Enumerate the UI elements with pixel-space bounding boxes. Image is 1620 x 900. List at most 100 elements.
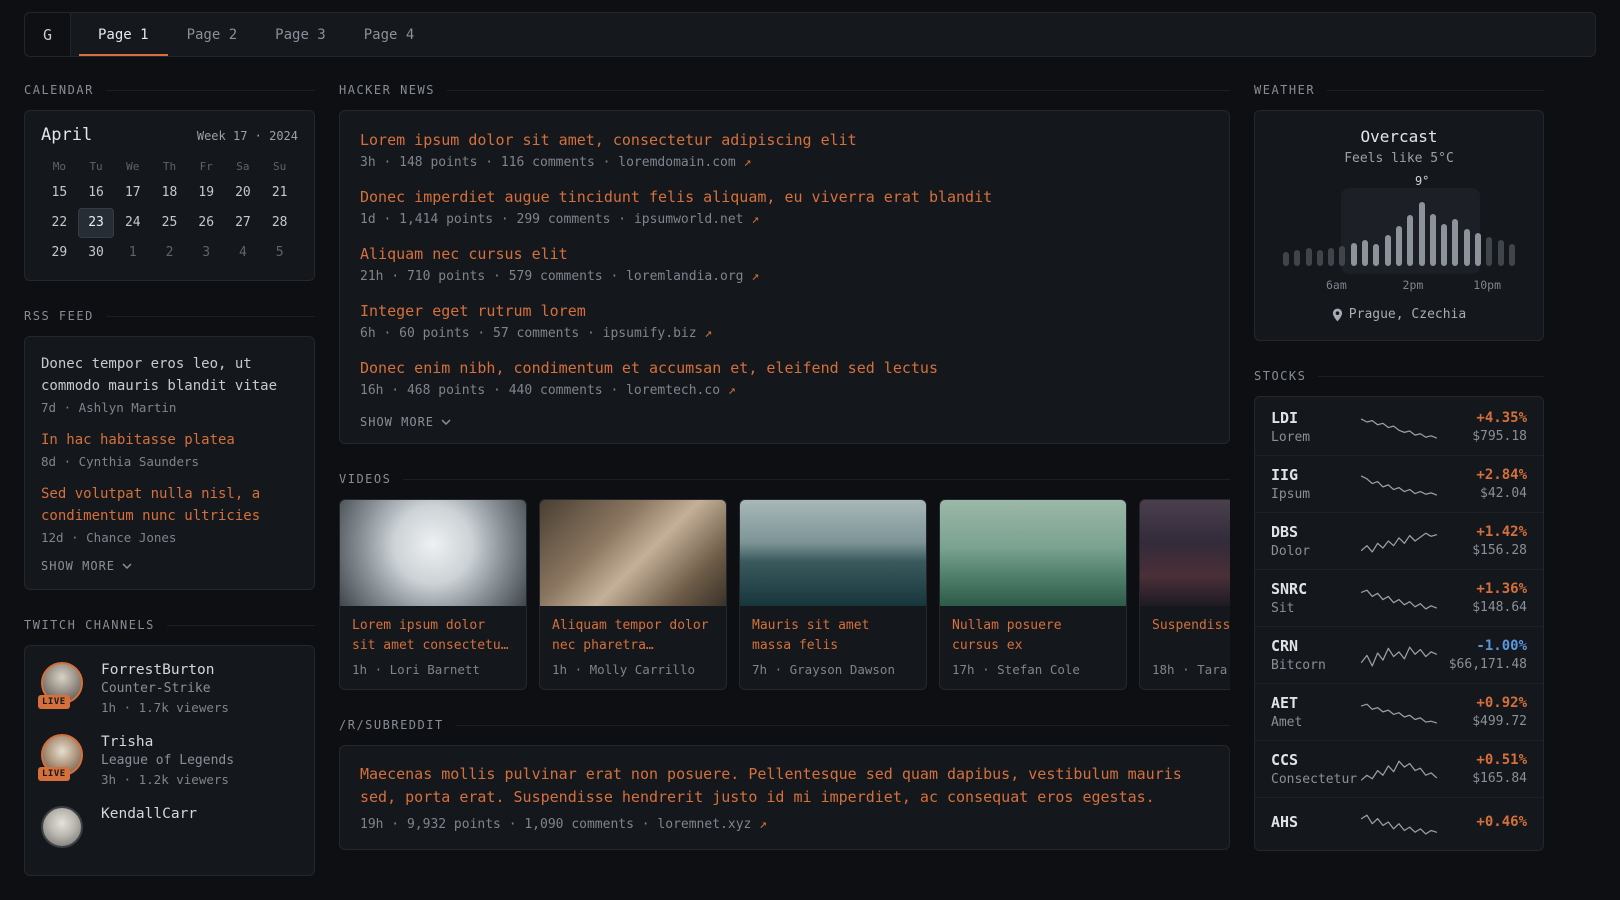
stock-info: AET Amet [1271,694,1352,730]
calendar-day: 29 [41,238,78,268]
stock-row[interactable]: DBS Dolor +1.42% $156.28 [1255,512,1543,569]
weather-bar [1317,250,1323,266]
stock-values: +1.36% $148.64 [1446,581,1527,615]
stock-symbol: LDI [1271,409,1352,427]
weekday-label: Sa [225,155,262,178]
weather-bar [1351,243,1357,266]
stock-name: Bitcorn [1271,658,1352,673]
calendar-day-outside: 1 [114,238,151,268]
subreddit-domain-link[interactable]: loremnet.xyz [657,817,751,832]
hackernews-domain-link[interactable]: loremtech.co [626,383,720,398]
twitch-avatar-wrap: LIVE [41,662,87,704]
weather-bar [1385,235,1391,266]
rss-item: In hac habitasse platea 8d · Cynthia Sau… [41,429,298,469]
stock-price: $795.18 [1446,429,1527,444]
stock-info: AHS [1271,813,1352,834]
calendar-section-title: CALENDAR [24,83,315,97]
hackernews-domain-link[interactable]: loremlandia.org [626,269,743,284]
video-card[interactable]: Lorem ipsum dolor sit amet consectetu… 1… [339,499,527,690]
rss-show-more-button[interactable]: SHOW MORE [41,559,298,573]
calendar-day: 21 [261,178,298,208]
video-card[interactable]: Aliquam tempor dolor nec pharetra… 1h · … [539,499,727,690]
rss-item-meta: 7d · Ashlyn Martin [41,400,298,415]
tab-page-1[interactable]: Page 1 [79,13,168,56]
stock-name: Amet [1271,715,1352,730]
twitch-channel-name: ForrestBurton [101,662,229,678]
hackernews-domain-link[interactable]: ipsumify.biz [603,326,697,341]
video-meta: 1h · Lori Barnett [340,655,526,689]
stock-row[interactable]: SNRC Sit +1.36% $148.64 [1255,569,1543,626]
stock-symbol: CRN [1271,637,1352,655]
topbar: G Page 1 Page 2 Page 3 Page 4 [24,12,1596,57]
hackernews-meta-text: 1d · 1,414 points · 299 comments · [360,212,626,227]
videos-section: VIDEOS Lorem ipsum dolor sit amet consec… [339,472,1230,690]
stock-row[interactable]: AHS +0.46% [1255,797,1543,848]
stock-sparkline [1360,583,1438,613]
stock-change: +0.92% [1446,695,1527,711]
stock-name: Sit [1271,601,1352,616]
videos-section-title: VIDEOS [339,472,1230,486]
twitch-channel-row[interactable]: LIVE Trisha League of Legends 3h · 1.2k … [41,734,298,787]
weather-bar [1339,246,1345,266]
hackernews-headline-link[interactable]: Donec enim nibh, condimentum et accumsan… [360,359,938,377]
stock-sparkline [1360,754,1438,784]
stock-price: $499.72 [1446,714,1527,729]
weather-feels-like: Feels like 5°C [1271,151,1527,166]
weekday-label: Fr [188,155,225,178]
weather-peak-temp: 9° [1415,174,1429,188]
hackernews-item: Donec imperdiet augue tincidunt felis al… [360,187,1209,227]
video-title: Lorem ipsum dolor sit amet consectetu… [340,606,526,655]
tab-page-4[interactable]: Page 4 [345,13,434,56]
stock-row[interactable]: IIG Ipsum +2.84% $42.04 [1255,455,1543,512]
hackernews-item-meta: 16h · 468 points · 440 comments · loremt… [360,383,1209,398]
rss-headline-link[interactable]: Sed volutpat nulla nisl, a condimentum n… [41,486,260,524]
calendar-day: 16 [78,178,115,208]
stocks-section: STOCKS LDI Lorem +4.35% $795.18 [1254,369,1544,851]
rss-headline-link[interactable]: In hac habitasse platea [41,432,235,448]
live-badge: LIVE [38,767,70,781]
calendar-day: 26 [188,208,225,238]
hackernews-headline-link[interactable]: Lorem ipsum dolor sit amet, consectetur … [360,131,857,149]
calendar-header: April Week 17 · 2024 [41,125,298,145]
video-card[interactable]: Nullam posuere cursus ex 17h · Stefan Co… [939,499,1127,690]
video-card[interactable]: Mauris sit amet massa felis 7h · Grayson… [739,499,927,690]
weather-bar [1407,215,1413,266]
hackernews-headline-link[interactable]: Donec imperdiet augue tincidunt felis al… [360,188,992,206]
stock-values: +0.46% [1446,814,1527,833]
hackernews-show-more-button[interactable]: SHOW MORE [360,415,1209,429]
twitch-channel-info: KendallCarr [101,806,197,822]
twitch-channel-row[interactable]: LIVE ForrestBurton Counter-Strike 1h · 1… [41,662,298,715]
weather-hourly-chart: 9° [1283,198,1515,266]
twitch-section-label: TWITCH CHANNELS [24,618,155,632]
live-badge: LIVE [38,695,70,709]
rss-item-meta: 8d · Cynthia Saunders [41,454,298,469]
tab-page-2[interactable]: Page 2 [168,13,257,56]
app-logo[interactable]: G [25,13,71,56]
stock-row[interactable]: CCS Consectetur +0.51% $165.84 [1255,740,1543,797]
dashboard-page: G Page 1 Page 2 Page 3 Page 4 CALENDAR A… [0,12,1620,900]
video-card[interactable]: Suspendisse diam 18h · Tara [1139,499,1230,690]
weather-time-axis: 6am 2pm 10pm [1283,278,1515,292]
stock-row[interactable]: LDI Lorem +4.35% $795.18 [1255,399,1543,455]
stock-values: +2.84% $42.04 [1446,467,1527,501]
stock-row[interactable]: CRN Bitcorn -1.00% $66,171.48 [1255,626,1543,683]
hackernews-headline-link[interactable]: Integer eget rutrum lorem [360,302,586,320]
subreddit-post-link[interactable]: Maecenas mollis pulvinar erat non posuer… [360,765,1182,806]
twitch-channel-row[interactable]: KendallCarr [41,806,298,848]
stock-values: -1.00% $66,171.48 [1446,638,1527,672]
hackernews-domain-link[interactable]: ipsumworld.net [634,212,744,227]
rss-section-label: RSS FEED [24,309,94,323]
rss-headline-link[interactable]: Donec tempor eros leo, ut commodo mauris… [41,356,277,394]
external-link-icon: ↗ [759,817,767,832]
rss-item: Donec tempor eros leo, ut commodo mauris… [41,353,298,415]
hackernews-headline-link[interactable]: Aliquam nec cursus elit [360,245,568,263]
twitch-channel-name: KendallCarr [101,806,197,822]
tab-page-3[interactable]: Page 3 [256,13,345,56]
hackernews-domain-link[interactable]: loremdomain.com [618,155,735,170]
hackernews-item-meta: 21h · 710 points · 579 comments · loreml… [360,269,1209,284]
middle-column: HACKER NEWS Lorem ipsum dolor sit amet, … [339,83,1230,878]
time-label: 6am [1326,278,1347,292]
calendar-day-outside: 5 [261,238,298,268]
calendar-section-label: CALENDAR [24,83,94,97]
stock-row[interactable]: AET Amet +0.92% $499.72 [1255,683,1543,740]
